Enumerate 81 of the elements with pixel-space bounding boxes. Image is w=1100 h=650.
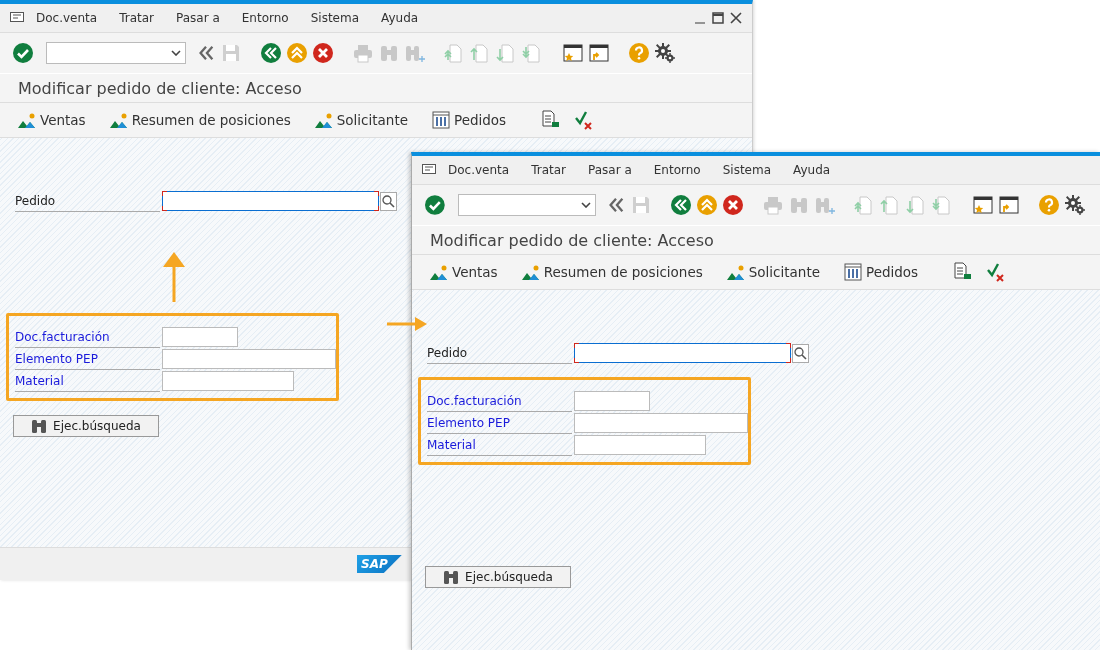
menu-icon[interactable] xyxy=(10,12,24,24)
menu-item[interactable]: Pasar a xyxy=(588,163,632,177)
search-help-button[interactable] xyxy=(792,343,809,363)
toolbar-button[interactable]: Resumen de posiciones xyxy=(521,263,703,281)
landscape-icon xyxy=(314,111,333,129)
field-label: Doc.facturación xyxy=(427,390,572,412)
screen-title: Modificar pedido de cliente: Acceso xyxy=(412,225,1100,255)
toolbar-button[interactable]: Pedidos xyxy=(432,111,507,129)
menu-item[interactable]: Entorno xyxy=(653,163,701,177)
toolbar-button[interactable]: Resumen de posiciones xyxy=(109,111,291,129)
landscape-icon xyxy=(430,263,448,281)
toolbar-button[interactable]: Solicitante xyxy=(726,263,820,281)
field-label: Material xyxy=(427,434,572,456)
print-icon[interactable] xyxy=(762,194,784,216)
sap-logo: SAP xyxy=(357,555,402,573)
command-field[interactable] xyxy=(46,42,186,64)
landscape-icon xyxy=(18,111,36,129)
maximize-icon[interactable] xyxy=(712,12,724,24)
field-label: Pedido xyxy=(427,342,572,364)
menu-icon[interactable] xyxy=(422,164,436,176)
check-circle-icon[interactable] xyxy=(424,194,446,216)
back-icon[interactable] xyxy=(260,42,282,64)
input-field[interactable] xyxy=(162,327,238,347)
settings-icon[interactable] xyxy=(654,42,676,64)
check-cross-icon[interactable] xyxy=(574,110,595,130)
order-field[interactable] xyxy=(574,343,791,363)
close-icon[interactable] xyxy=(730,12,742,24)
command-field[interactable] xyxy=(457,194,596,216)
up-icon[interactable] xyxy=(696,194,718,216)
field-label: Doc.facturación xyxy=(15,326,160,348)
search-icon xyxy=(382,194,395,208)
right-arrow xyxy=(387,317,427,331)
menu-item[interactable]: Entorno xyxy=(241,11,289,25)
menu-item[interactable]: Pasar a xyxy=(176,11,220,25)
input-field[interactable] xyxy=(162,349,336,369)
table-icon xyxy=(432,111,450,129)
toolbar-button[interactable]: Ventas xyxy=(18,111,86,129)
landscape-icon xyxy=(726,263,745,281)
field-label: Material xyxy=(15,370,160,392)
field-label: Elemento PEP xyxy=(15,348,160,370)
menu-item[interactable]: Tratar xyxy=(531,163,566,177)
search-icon xyxy=(794,346,807,360)
binoculars-icon xyxy=(443,569,460,585)
order-field[interactable] xyxy=(162,191,379,211)
up-arrow xyxy=(163,252,185,302)
input-field[interactable] xyxy=(574,413,748,433)
field-label: Elemento PEP xyxy=(427,412,572,434)
input-field[interactable] xyxy=(574,391,650,411)
toolbar-button[interactable]: Ventas xyxy=(430,263,498,281)
binoculars-icon xyxy=(31,418,48,434)
input-field[interactable] xyxy=(162,371,294,391)
check-circle-icon[interactable] xyxy=(12,42,34,64)
toolbar-button[interactable]: Solicitante xyxy=(314,111,408,129)
cancel-icon[interactable] xyxy=(312,42,334,64)
landscape-icon xyxy=(521,263,540,281)
screen-title: Modificar pedido de cliente: Acceso xyxy=(0,73,752,103)
menu-item[interactable]: Ayuda xyxy=(793,163,831,177)
landscape-icon xyxy=(109,111,128,129)
up-icon[interactable] xyxy=(286,42,308,64)
toolbar-button[interactable]: Pedidos xyxy=(844,263,919,281)
menu-item[interactable]: Doc.venta xyxy=(448,163,510,177)
menu-item[interactable]: Tratar xyxy=(119,11,154,25)
settings-icon[interactable] xyxy=(1064,194,1086,216)
document-icon[interactable] xyxy=(952,262,973,282)
menu-item[interactable]: Ayuda xyxy=(381,11,419,25)
menu-item[interactable]: Sistema xyxy=(722,163,772,177)
input-field[interactable] xyxy=(574,435,706,455)
document-icon[interactable] xyxy=(540,110,561,130)
field-label: Pedido xyxy=(15,190,160,212)
check-cross-icon[interactable] xyxy=(986,262,1007,282)
search-button[interactable]: Ejec.búsqueda xyxy=(425,566,571,588)
table-icon xyxy=(844,263,862,281)
menu-item[interactable]: Sistema xyxy=(310,11,360,25)
search-button[interactable]: Ejec.búsqueda xyxy=(13,415,159,437)
dropdown-caret-icon[interactable] xyxy=(581,202,591,208)
menu-item[interactable]: Doc.venta xyxy=(36,11,98,25)
search-help-button[interactable] xyxy=(380,191,397,211)
cancel-icon[interactable] xyxy=(722,194,744,216)
print-icon[interactable] xyxy=(352,42,374,64)
back-icon[interactable] xyxy=(670,194,692,216)
dropdown-caret-icon[interactable] xyxy=(171,50,181,56)
